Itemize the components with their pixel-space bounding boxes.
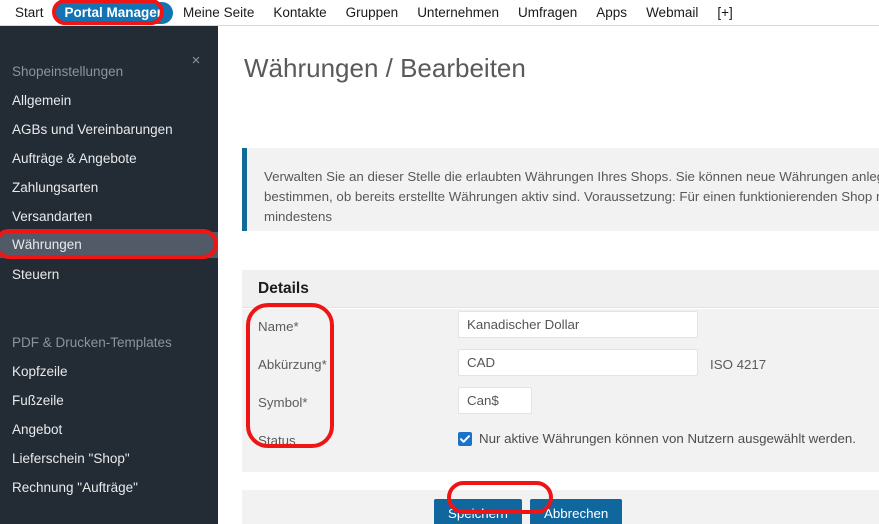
label-status: Status [258,433,296,448]
nav-item-meine-seite[interactable]: Meine Seite [174,3,263,23]
cancel-button[interactable]: Abbrechen [530,499,623,524]
details-form-panel: Name* Abkürzung* ISO 4217 Symbol* St [242,309,879,472]
form-row-abbreviation: Abkürzung* ISO 4217 [242,347,879,385]
status-checkbox[interactable] [458,432,472,446]
label-symbol: Symbol* [258,395,308,410]
form-row-name: Name* [242,309,879,347]
top-navigation-bar: Start Portal Manager Meine Seite Kontakt… [0,0,879,26]
sidebar-item-allgemein[interactable]: Allgemein [0,88,218,114]
nav-item-kontakte[interactable]: Kontakte [264,3,335,23]
form-row-status: Status Nur aktive Währungen können von N… [242,423,879,461]
nav-item-start[interactable]: Start [6,3,53,23]
sidebar-item-angebot[interactable]: Angebot [0,417,218,443]
close-icon[interactable]: × [188,53,204,69]
sidebar-item-kopfzeile[interactable]: Kopfzeile [0,359,218,385]
form-row-symbol: Symbol* [242,385,879,423]
sidebar-group-title-shop-settings: Shopeinstellungen [12,64,124,79]
save-button[interactable]: Speichern [434,499,522,524]
label-abbreviation: Abkürzung* [258,357,327,372]
nav-item-webmail[interactable]: Webmail [637,3,707,23]
application-window: Start Portal Manager Meine Seite Kontakt… [0,0,879,524]
page-title: Währungen / Bearbeiten [244,53,526,83]
sidebar: × Shopeinstellungen Allgemein AGBs und V… [0,26,218,524]
nav-item-add-more[interactable]: [+] [708,3,741,23]
abbreviation-input[interactable] [458,349,698,376]
name-input[interactable] [458,311,698,338]
label-name: Name* [258,319,299,334]
nav-item-portal-manager[interactable]: Portal Manager [53,1,174,24]
sidebar-item-waehrungen[interactable]: Währungen [0,232,218,258]
status-checkbox-label: Nur aktive Währungen können von Nutzern … [479,431,856,446]
info-banner-text: Verwalten Sie an dieser Stelle die erlau… [264,169,879,231]
info-banner: Verwalten Sie an dieser Stelle die erlau… [242,148,879,231]
nav-item-umfragen[interactable]: Umfragen [509,3,586,23]
nav-item-unternehmen[interactable]: Unternehmen [408,3,508,23]
form-button-bar: Speichern Abbrechen [242,490,879,524]
sidebar-item-steuern[interactable]: Steuern [0,262,218,288]
details-section-title: Details [258,280,309,297]
symbol-input[interactable] [458,387,532,414]
sidebar-item-rechnung[interactable]: Rechnung "Aufträge" [0,475,218,501]
sidebar-item-zahlungsarten[interactable]: Zahlungsarten [0,175,218,201]
sidebar-item-lieferschein[interactable]: Lieferschein "Shop" [0,446,218,472]
sidebar-item-fusszeile[interactable]: Fußzeile [0,388,218,414]
nav-item-gruppen[interactable]: Gruppen [337,3,408,23]
details-section-header: Details [242,270,879,308]
sidebar-item-auftraege[interactable]: Aufträge & Angebote [0,146,218,172]
iso-standard-hint: ISO 4217 [710,357,767,372]
sidebar-group-title-pdf-templates: PDF & Drucken-Templates [12,335,172,350]
sidebar-item-agbs[interactable]: AGBs und Vereinbarungen [0,117,218,143]
main-content: Währungen / Bearbeiten Verwalten Sie an … [218,26,879,524]
sidebar-item-versandarten[interactable]: Versandarten [0,204,218,230]
nav-item-apps[interactable]: Apps [587,3,636,23]
